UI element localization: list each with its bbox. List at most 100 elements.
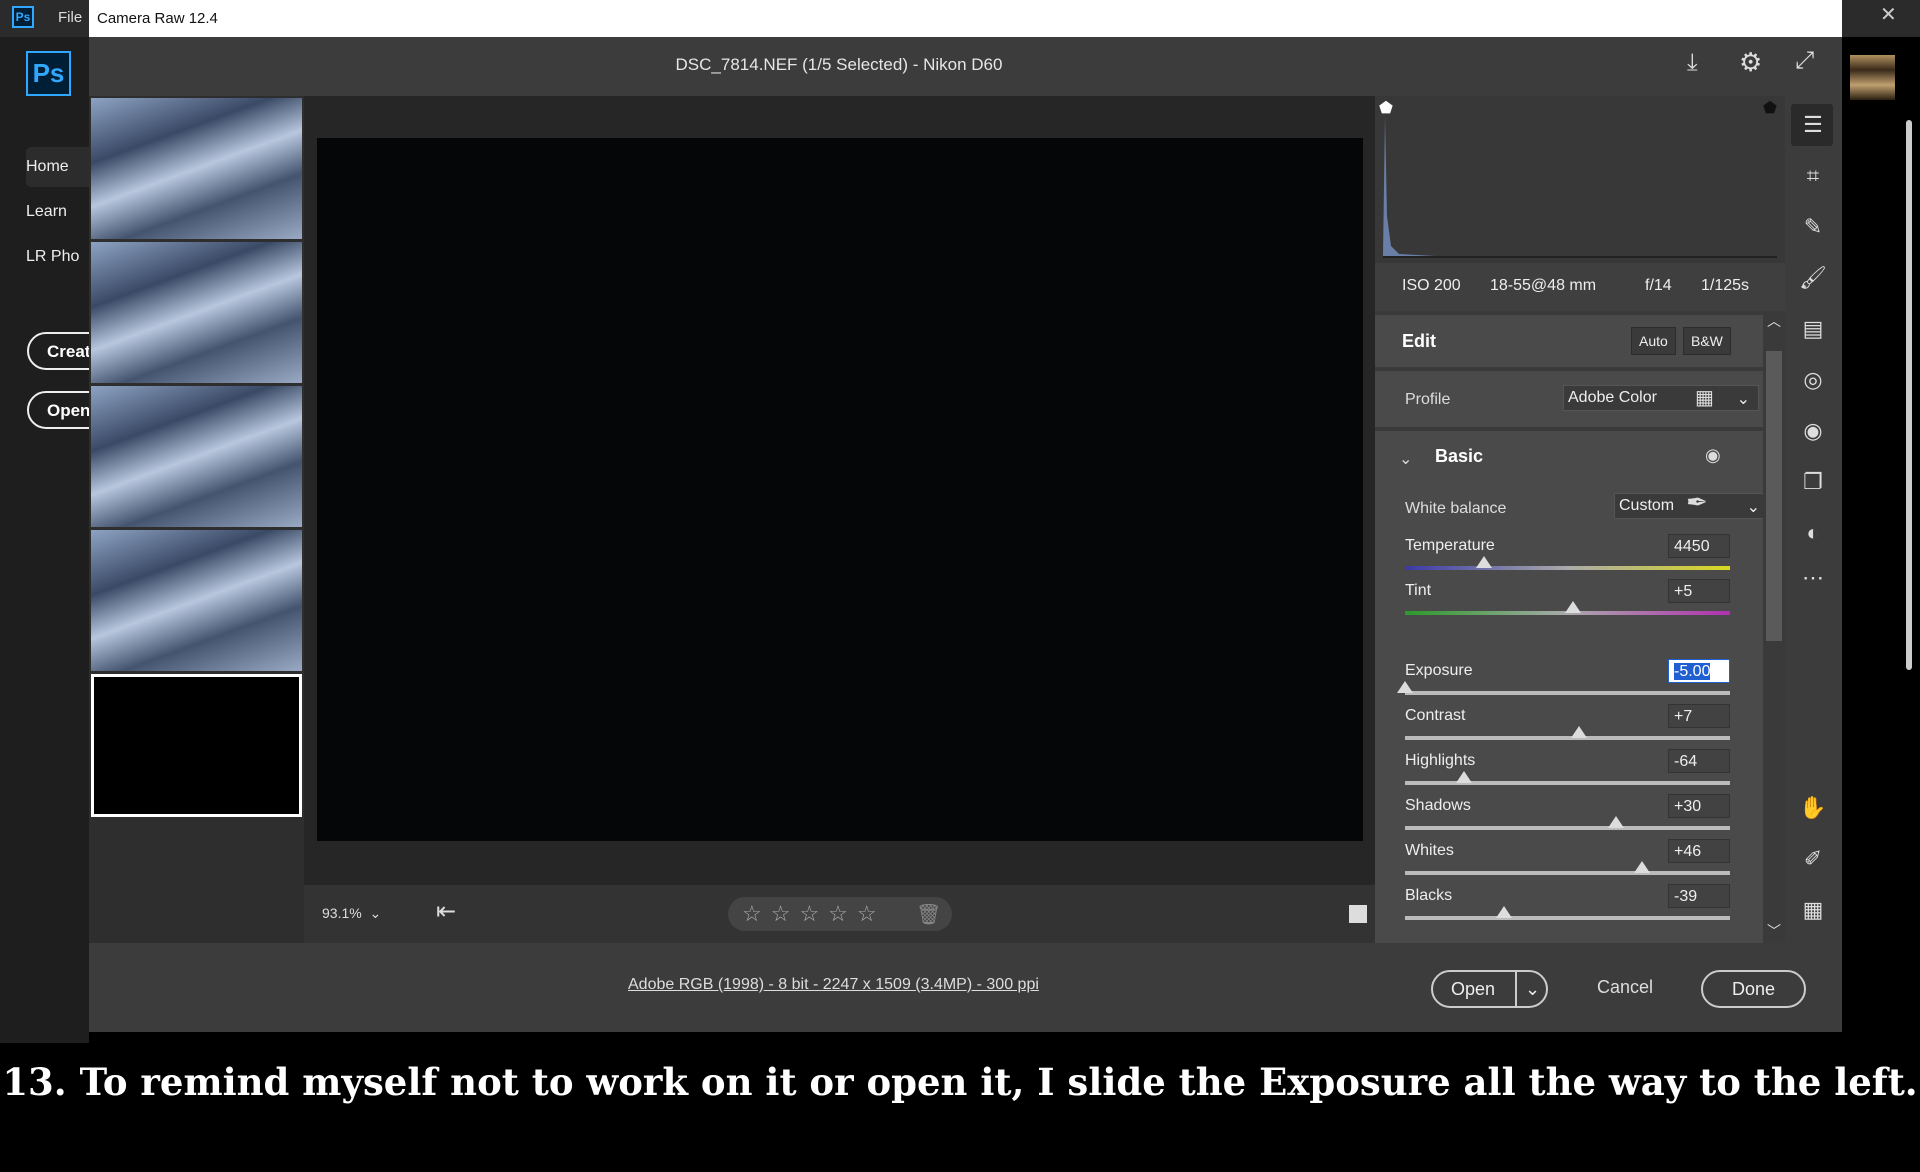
slider-track[interactable] [1405, 726, 1730, 740]
ps-logo: Ps [26, 51, 71, 96]
file-title: DSC_7814.NEF (1/5 Selected) - Nikon D60 [675, 55, 1003, 74]
radial-filter-icon[interactable]: ◎ [1799, 366, 1827, 394]
slider-track[interactable] [1405, 556, 1730, 570]
hand-icon[interactable]: ✋ [1799, 794, 1827, 822]
menu-file[interactable]: File [58, 9, 82, 26]
slider-value-input[interactable]: +30 [1668, 794, 1730, 818]
dialog-titlebar: Camera Raw 12.4 [89, 0, 1842, 37]
camera-info: ISO 200 18-55@48 mm f/14 1/125s [1375, 263, 1785, 311]
slider-label: Contrast [1405, 707, 1466, 724]
window-title: Camera Raw 12.4 [97, 10, 218, 27]
grid-icon[interactable]: ▦ [1799, 896, 1827, 924]
tutorial-caption: 13. To remind myself not to work on it o… [0, 1043, 1920, 1172]
trash-icon[interactable]: 🗑 [916, 902, 941, 927]
nav-lr-photos[interactable]: LR Pho [26, 248, 79, 266]
slider-label: Whites [1405, 842, 1454, 859]
slider-thumb[interactable] [1475, 556, 1492, 568]
color-sampler-icon[interactable]: ✐ [1799, 845, 1827, 873]
ps-app-icon: Ps [12, 6, 34, 28]
shadow-clipping-icon[interactable]: ⬟ [1379, 98, 1393, 118]
bw-button[interactable]: B&W [1683, 327, 1731, 355]
camera-raw-dialog: Camera Raw 12.4 DSC_7814.NEF (1/5 Select… [89, 0, 1842, 1032]
slider-thumb[interactable] [1496, 906, 1513, 918]
dialog-footer: Adobe RGB (1998) - 8 bit - 2247 x 1509 (… [89, 943, 1842, 1032]
preview-toolbar: 93.1% ⌄ ⇤ ☆☆☆☆☆ 🗑 ◧ [304, 885, 1464, 943]
eyedropper-icon[interactable]: ✒ [1686, 487, 1708, 518]
scroll-up-icon[interactable]: ︿ [1767, 311, 1781, 331]
brush-icon[interactable]: 🖌 [1799, 264, 1827, 292]
presets-icon[interactable]: ◐ [1799, 519, 1827, 547]
slider-label: Shadows [1405, 797, 1471, 814]
close-icon[interactable]: ✕ [1880, 2, 1897, 27]
red-eye-icon[interactable]: ◉ [1799, 417, 1827, 445]
slider-value-input[interactable]: +46 [1668, 839, 1730, 863]
healing-icon[interactable]: ✎ [1799, 213, 1827, 241]
slider-label: Exposure [1405, 662, 1473, 679]
slider-value-input[interactable]: +5 [1668, 579, 1730, 603]
edit-header: Edit Auto B&W [1375, 311, 1763, 367]
basic-title[interactable]: Basic [1435, 446, 1483, 467]
white-balance-label: White balance [1405, 500, 1507, 517]
slider-label: Tint [1405, 582, 1432, 599]
gear-icon[interactable]: ⚙ [1739, 47, 1762, 78]
filmstrip-thumbnail[interactable] [91, 98, 302, 239]
graduated-filter-icon[interactable]: ▤ [1799, 315, 1827, 343]
save-icon[interactable]: ⤓ [1687, 49, 1698, 77]
edit-sliders-icon[interactable]: ☰ [1799, 111, 1827, 139]
zoom-level-dropdown[interactable]: 93.1% ⌄ [322, 905, 381, 922]
crop-icon[interactable]: ⌗ [1799, 162, 1827, 190]
profile-browser-icon[interactable]: ▦ [1695, 385, 1714, 410]
background-scrollbar[interactable] [1906, 120, 1912, 670]
nav-home[interactable]: Home [26, 158, 69, 176]
slider-track[interactable] [1405, 601, 1730, 615]
slider-thumb[interactable] [1634, 861, 1651, 873]
slider-track[interactable] [1405, 861, 1730, 875]
slider-value-input[interactable]: -5.00 [1668, 659, 1730, 683]
slider-value-input[interactable]: +7 [1668, 704, 1730, 728]
nav-learn[interactable]: Learn [26, 203, 67, 221]
slider-thumb[interactable] [1397, 681, 1413, 693]
slider-track[interactable] [1405, 771, 1730, 785]
slider-thumb[interactable] [1455, 771, 1472, 783]
fullscreen-icon[interactable]: ⤢ [1795, 47, 1814, 75]
slider-track[interactable] [1405, 906, 1730, 920]
histogram-graph [1383, 116, 1777, 258]
profile-dropdown[interactable]: Adobe Color ⌄ [1563, 385, 1759, 411]
slider-value-input[interactable]: -39 [1668, 884, 1730, 908]
panel-scrollbar[interactable]: ︿ ﹀ [1763, 311, 1785, 943]
filmstrip-toggle-icon[interactable]: ⇤ [436, 897, 456, 926]
photoshop-home-sidebar: Ps Home Learn LR Pho Creat Open [0, 37, 117, 1043]
slider-label: Highlights [1405, 752, 1476, 769]
image-canvas [304, 96, 1464, 885]
cancel-button[interactable]: Cancel [1597, 977, 1653, 998]
eye-icon[interactable]: ◉ [1705, 445, 1721, 466]
open-button[interactable]: Open ⌄ [1431, 970, 1548, 1008]
slider-value-input[interactable]: -64 [1668, 749, 1730, 773]
lens: 18-55@48 mm [1490, 277, 1597, 294]
filmstrip-thumbnail-selected[interactable] [91, 674, 302, 817]
slider-track[interactable] [1397, 681, 1730, 695]
scrollbar-thumb[interactable] [1766, 351, 1782, 641]
filmstrip-thumbnail[interactable] [91, 386, 302, 527]
filmstrip-thumbnail[interactable] [91, 530, 302, 671]
slider-thumb[interactable] [1608, 816, 1625, 828]
view-mode-icon[interactable] [1349, 905, 1367, 923]
snapshots-icon[interactable]: ❐ [1799, 468, 1827, 496]
background-thumbnail [1850, 55, 1895, 100]
scroll-down-icon[interactable]: ﹀ [1767, 921, 1781, 941]
workflow-options-link[interactable]: Adobe RGB (1998) - 8 bit - 2247 x 1509 (… [628, 976, 1039, 994]
slider-thumb[interactable] [1565, 601, 1582, 613]
image-preview[interactable] [317, 138, 1363, 841]
slider-track[interactable] [1405, 816, 1730, 830]
slider-value-input[interactable]: 4450 [1668, 534, 1730, 558]
star-rating[interactable]: ☆☆☆☆☆ [742, 901, 886, 927]
edit-panel: ⬟ ⬟ ISO 200 18-55@48 mm f/14 1/125s Edit… [1375, 96, 1785, 943]
done-button[interactable]: Done [1701, 970, 1806, 1008]
highlight-clipping-icon[interactable]: ⬟ [1763, 98, 1777, 118]
auto-button[interactable]: Auto [1631, 327, 1676, 355]
more-icon[interactable]: ⋯ [1799, 564, 1827, 592]
filmstrip-thumbnail[interactable] [91, 242, 302, 383]
chevron-down-icon[interactable]: ⌄ [1399, 449, 1412, 469]
slider-thumb[interactable] [1570, 726, 1587, 738]
filmstrip [89, 96, 304, 943]
